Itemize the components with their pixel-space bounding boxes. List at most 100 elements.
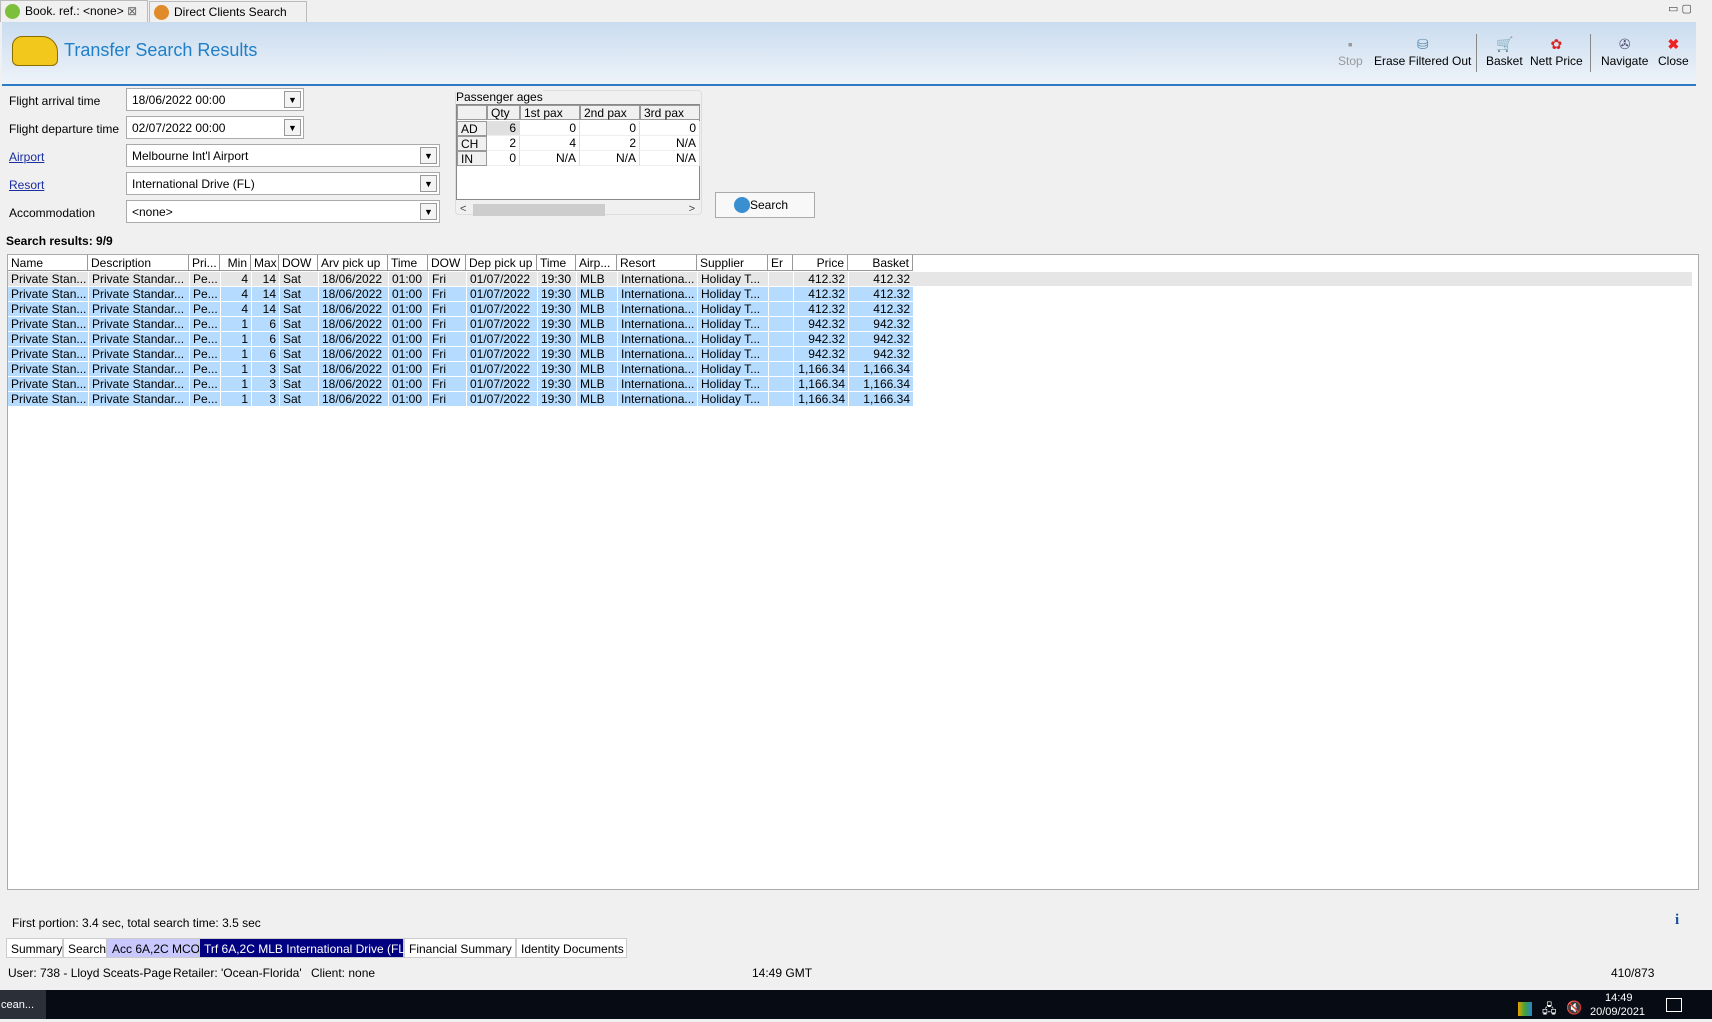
table-cell: 14 xyxy=(251,286,279,302)
bottom-tab[interactable]: Summary xyxy=(6,938,63,958)
table-cell: 412.32 xyxy=(793,286,848,302)
chevron-down-icon[interactable]: ▼ xyxy=(420,147,437,164)
arrival-label: Flight arrival time xyxy=(9,94,101,108)
stop-icon: ▪ xyxy=(1347,36,1353,52)
airport-select[interactable]: Melbourne Int'l Airport ▼ xyxy=(126,144,440,167)
column-header[interactable]: Airp... xyxy=(576,255,617,271)
table-cell: Private Stan... xyxy=(11,362,87,376)
pax-cell[interactable]: 6 xyxy=(487,121,520,136)
table-cell: Fri xyxy=(428,376,466,392)
table-row[interactable]: Private Stan... Private Standar... Pe... 1 6… xyxy=(8,316,913,332)
close-tab-icon[interactable]: ⊠ xyxy=(127,4,137,18)
minimize-restore-icons[interactable]: ▭ ▢ xyxy=(1668,2,1692,15)
pax-cell[interactable]: 4 xyxy=(520,136,580,151)
navigate-button[interactable]: ✇ Navigate xyxy=(1601,36,1648,68)
passenger-ages-grid[interactable]: Qty 1st pax 2nd pax 3rd pax AD 6 0 0 0 CH 2 4 2 N/A IN… xyxy=(456,104,700,200)
table-cell: MLB xyxy=(576,361,617,377)
column-header[interactable]: Arv pick up xyxy=(318,255,388,271)
search-timing: First portion: 3.4 sec, total search tim… xyxy=(12,916,261,930)
pax-cell[interactable]: 0 xyxy=(487,151,520,166)
pax-cell[interactable]: 0 xyxy=(520,121,580,136)
erase-filtered-out-button[interactable]: ⛁ Erase Filtered Out xyxy=(1374,36,1471,68)
column-header[interactable]: Resort xyxy=(617,255,697,271)
stop-button[interactable]: ▪ Stop xyxy=(1338,36,1363,68)
chevron-down-icon[interactable]: ▼ xyxy=(420,203,437,220)
search-button[interactable]: Search xyxy=(715,192,815,218)
table-row[interactable]: Private Stan... Private Standar... Pe... 1 3… xyxy=(8,361,913,377)
status-retailer: Retailer: 'Ocean-Florida' xyxy=(173,966,302,980)
bottom-tab[interactable]: Search xyxy=(63,938,107,958)
bottom-tab[interactable]: Acc 6A,2C MCO xyxy=(107,938,200,958)
table-row[interactable]: Private Stan... Private Standar... Pe... 1 6… xyxy=(8,346,913,362)
column-header[interactable]: DOW xyxy=(428,255,466,271)
column-header[interactable]: Time xyxy=(388,255,428,271)
column-header[interactable]: Price xyxy=(793,255,848,271)
column-header[interactable]: Time xyxy=(537,255,576,271)
tab-booking[interactable]: Book. ref.: <none> ⊠ xyxy=(0,0,148,22)
pax-cell[interactable]: 2 xyxy=(580,136,640,151)
resort-link[interactable]: Resort xyxy=(9,178,44,192)
column-header[interactable]: Supplier xyxy=(697,255,768,271)
column-header[interactable]: Max xyxy=(251,255,279,271)
bottom-tab[interactable]: Identity Documents xyxy=(516,938,627,958)
table-row[interactable]: Private Stan... Private Standar... Pe... 4 1… xyxy=(8,301,913,317)
table-cell: 19:30 xyxy=(537,391,576,407)
table-cell: Private Stan... xyxy=(11,332,87,346)
column-header[interactable]: Name xyxy=(8,255,88,271)
app-tray-icon[interactable] xyxy=(1518,1002,1532,1016)
column-header[interactable]: Pri... xyxy=(189,255,220,271)
table-row[interactable]: Private Stan... Private Standar... Pe... 1 6… xyxy=(8,331,913,347)
table-cell: Pe... xyxy=(189,286,220,302)
date[interactable]: 20/09/2021 xyxy=(1590,1006,1645,1018)
pax-cell[interactable]: N/A xyxy=(640,151,700,166)
pax-cell[interactable]: 0 xyxy=(640,121,700,136)
table-cell: Internationa... xyxy=(617,361,697,377)
chevron-down-icon[interactable]: ▼ xyxy=(420,175,437,192)
column-header[interactable]: Er xyxy=(768,255,793,271)
departure-time-field[interactable]: 02/07/2022 00:00 ▼ xyxy=(126,116,304,139)
chevron-down-icon[interactable]: ▼ xyxy=(284,91,301,108)
notifications-icon[interactable] xyxy=(1666,998,1682,1012)
divider xyxy=(1476,34,1477,72)
chevron-down-icon[interactable]: ▼ xyxy=(284,119,301,136)
pax-cell[interactable]: 2 xyxy=(487,136,520,151)
column-header[interactable]: Min xyxy=(220,255,251,271)
table-cell: 01/07/2022 xyxy=(466,331,537,347)
table-cell: 1,166.34 xyxy=(848,361,913,377)
nett-price-button[interactable]: ✿ Nett Price xyxy=(1530,36,1583,68)
departure-label: Flight departure time xyxy=(9,122,120,136)
table-cell: Holiday T... xyxy=(697,376,768,392)
table-row[interactable]: Private Stan... Private Standar... Pe... 1 3… xyxy=(8,376,913,392)
pax-cell[interactable]: 0 xyxy=(580,121,640,136)
column-header[interactable]: DOW xyxy=(279,255,318,271)
airport-link[interactable]: Airport xyxy=(9,150,44,164)
results-count: Search results: 9/9 xyxy=(6,234,113,248)
horizontal-scrollbar[interactable]: < > xyxy=(457,203,699,217)
bottom-tab[interactable]: Trf 6A,2C MLB International Drive (FL) xyxy=(199,938,409,958)
table-cell: MLB xyxy=(576,331,617,347)
table-row[interactable]: Private Stan... Private Standar... Pe... 4 1… xyxy=(8,286,913,302)
arrival-time-field[interactable]: 18/06/2022 00:00 ▼ xyxy=(126,88,304,111)
table-cell: 942.32 xyxy=(848,316,913,332)
resort-select[interactable]: International Drive (FL) ▼ xyxy=(126,172,440,195)
info-icon[interactable]: i xyxy=(1675,912,1679,929)
tab-direct-clients-search[interactable]: Direct Clients Search xyxy=(149,1,307,23)
taskbar-app[interactable]: cean... xyxy=(0,990,46,1019)
pax-cell[interactable]: N/A xyxy=(520,151,580,166)
clock[interactable]: 14:49 xyxy=(1605,992,1633,1004)
column-header[interactable]: Basket xyxy=(848,255,913,271)
table-cell xyxy=(768,346,793,362)
accommodation-select[interactable]: <none> ▼ xyxy=(126,200,440,223)
column-header[interactable]: Description xyxy=(88,255,189,271)
basket-button[interactable]: 🛒 Basket xyxy=(1486,36,1523,68)
column-header[interactable]: Dep pick up xyxy=(466,255,537,271)
volume-muted-icon[interactable]: 🔇 xyxy=(1566,1000,1582,1016)
pax-cell[interactable]: N/A xyxy=(580,151,640,166)
table-cell: 01:00 xyxy=(388,271,428,287)
pax-cell[interactable]: N/A xyxy=(640,136,700,151)
close-button[interactable]: ✖ Close xyxy=(1658,36,1689,68)
table-row[interactable]: Private Stan... Private Standar... Pe... 1 3… xyxy=(8,391,913,407)
table-cell: 1 xyxy=(220,331,251,347)
table-row[interactable]: Private Stan... Private Standar... Pe... 4 1… xyxy=(8,271,1692,287)
bottom-tab[interactable]: Financial Summary xyxy=(404,938,516,958)
